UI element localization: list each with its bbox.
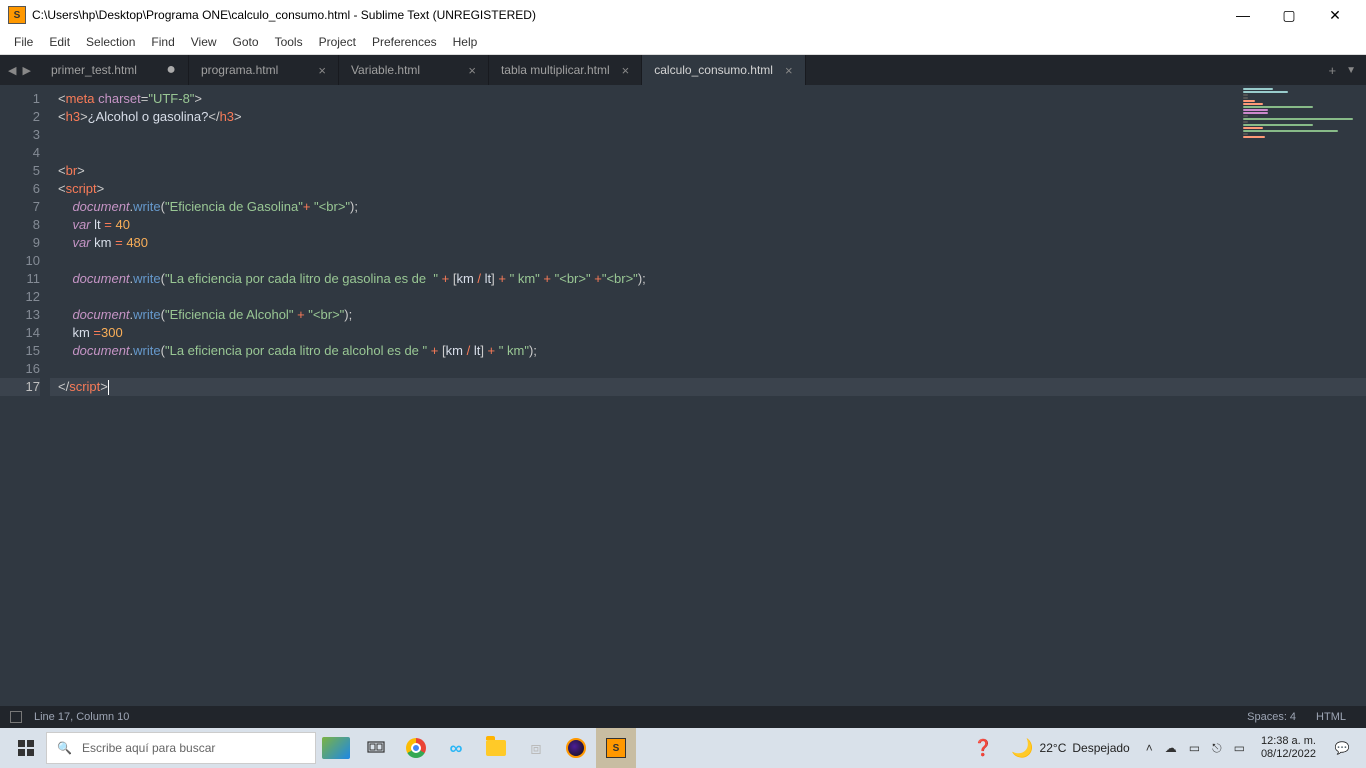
tab-label: tabla multiplicar.html — [501, 63, 610, 77]
window-controls: — ▢ ✕ — [1220, 0, 1358, 30]
taskbar-app-chrome[interactable] — [396, 728, 436, 768]
tab-variable-html[interactable]: Variable.html × — [339, 55, 489, 85]
text-cursor — [108, 380, 109, 395]
tab-close-icon[interactable]: × — [773, 63, 793, 78]
taskbar-app-explorer[interactable] — [476, 728, 516, 768]
maximize-button[interactable]: ▢ — [1266, 0, 1312, 30]
tab-tabla-multiplicar-html[interactable]: tabla multiplicar.html× — [489, 55, 642, 85]
tab-label: programa.html — [201, 63, 278, 77]
windows-taskbar: 🔍 Escribe aquí para buscar ∞ ⧈ S ❓ 🌙 22°… — [0, 728, 1366, 768]
line-number: 15 — [0, 342, 40, 360]
notification-center-icon[interactable]: 💬 — [1324, 728, 1360, 768]
line-number: 5 — [0, 162, 40, 180]
task-view-icon[interactable] — [356, 728, 396, 768]
cursor-position: Line 17, Column 10 — [34, 711, 129, 723]
taskbar-clock[interactable]: 12:38 a. m. 08/12/2022 — [1253, 735, 1324, 761]
menu-tools[interactable]: Tools — [267, 32, 311, 52]
weather-widget[interactable]: 🌙 22°C Despejado — [1003, 738, 1138, 759]
line-number: 2 — [0, 108, 40, 126]
line-number: 10 — [0, 252, 40, 270]
system-tray: ˄ ☁ ▭ ⎋ ▭ — [1138, 741, 1253, 756]
line-number: 16 — [0, 360, 40, 378]
syntax-setting[interactable]: HTML — [1306, 711, 1356, 723]
tray-meet-icon[interactable]: ▭ — [1189, 741, 1200, 755]
menu-goto[interactable]: Goto — [225, 32, 267, 52]
weather-temp: 22°C — [1040, 741, 1067, 755]
menu-project[interactable]: Project — [311, 32, 364, 52]
minimize-button[interactable]: — — [1220, 0, 1266, 30]
tab-label: calculo_consumo.html — [654, 63, 773, 77]
code-area[interactable]: <meta charset="UTF-8"><h3>¿Alcohol o gas… — [50, 85, 1366, 706]
menu-view[interactable]: View — [183, 32, 225, 52]
minimap[interactable] — [1243, 88, 1363, 168]
taskbar-app-landscape[interactable] — [316, 728, 356, 768]
tab-label: primer_test.html — [51, 63, 137, 77]
new-tab-button[interactable]: + — [1329, 63, 1337, 78]
statusbar: Line 17, Column 10 Spaces: 4 HTML — [0, 706, 1366, 728]
tab-dropdown-icon[interactable]: ▼ — [1346, 65, 1356, 76]
line-number: 8 — [0, 216, 40, 234]
start-button[interactable] — [6, 728, 46, 768]
tray-wifi-icon[interactable]: ⎋ — [1212, 741, 1222, 756]
taskbar-app-dropbox[interactable]: ⧈ — [516, 728, 556, 768]
history-fwd-icon[interactable]: ▶ — [22, 64, 30, 77]
panel-switcher-icon[interactable] — [10, 711, 22, 723]
window-title: C:\Users\hp\Desktop\Programa ONE\calculo… — [32, 8, 1220, 22]
line-number-gutter: 1234567891011121314151617 — [0, 85, 50, 706]
menu-help[interactable]: Help — [445, 32, 486, 52]
tab-close-icon[interactable]: × — [306, 63, 326, 78]
tab-primer-test-html[interactable]: primer_test.html ● — [39, 55, 189, 85]
line-number: 11 — [0, 270, 40, 288]
clock-time: 12:38 a. m. — [1261, 735, 1316, 748]
taskbar-search[interactable]: 🔍 Escribe aquí para buscar — [46, 732, 316, 764]
line-number: 14 — [0, 324, 40, 342]
line-number: 17 — [0, 378, 40, 396]
line-number: 12 — [0, 288, 40, 306]
menubar: FileEditSelectionFindViewGotoToolsProjec… — [0, 30, 1366, 55]
line-number: 1 — [0, 90, 40, 108]
tab-history-nav: ◀ ▶ — [0, 55, 39, 85]
line-number: 6 — [0, 180, 40, 198]
search-icon: 🔍 — [57, 741, 72, 755]
history-back-icon[interactable]: ◀ — [8, 64, 16, 77]
taskbar-app-infinity[interactable]: ∞ — [436, 728, 476, 768]
tray-battery-icon[interactable]: ▭ — [1234, 741, 1245, 755]
window-titlebar: S C:\Users\hp\Desktop\Programa ONE\calcu… — [0, 0, 1366, 30]
search-placeholder: Escribe aquí para buscar — [82, 741, 215, 755]
dirty-indicator-icon: ● — [154, 62, 176, 78]
line-number: 13 — [0, 306, 40, 324]
tab-close-icon[interactable]: × — [610, 63, 630, 78]
tab-close-icon[interactable]: × — [456, 63, 476, 78]
weather-desc: Despejado — [1072, 741, 1129, 755]
menu-file[interactable]: File — [6, 32, 41, 52]
taskbar-app-firefox[interactable] — [556, 728, 596, 768]
taskbar-app-sublime[interactable]: S — [596, 728, 636, 768]
tab-label: Variable.html — [351, 63, 420, 77]
tray-onedrive-icon[interactable]: ☁ — [1165, 741, 1177, 755]
tray-chevron-icon[interactable]: ˄ — [1146, 741, 1153, 755]
app-icon: S — [8, 6, 26, 24]
menu-selection[interactable]: Selection — [78, 32, 143, 52]
menu-edit[interactable]: Edit — [41, 32, 78, 52]
clock-date: 08/12/2022 — [1261, 748, 1316, 761]
close-button[interactable]: ✕ — [1312, 0, 1358, 30]
menu-preferences[interactable]: Preferences — [364, 32, 445, 52]
indentation-setting[interactable]: Spaces: 4 — [1237, 711, 1306, 723]
tab-calculo-consumo-html[interactable]: calculo_consumo.html× — [642, 55, 805, 85]
line-number: 4 — [0, 144, 40, 162]
weather-moon-icon: 🌙 — [1011, 738, 1033, 759]
line-number: 9 — [0, 234, 40, 252]
tabbar: ◀ ▶ primer_test.html●programa.html×Varia… — [0, 55, 1366, 85]
tab-programa-html[interactable]: programa.html × — [189, 55, 339, 85]
line-number: 7 — [0, 198, 40, 216]
line-number: 3 — [0, 126, 40, 144]
taskbar-help-icon[interactable]: ❓ — [963, 728, 1003, 768]
menu-find[interactable]: Find — [143, 32, 182, 52]
editor[interactable]: 1234567891011121314151617 <meta charset=… — [0, 85, 1366, 706]
